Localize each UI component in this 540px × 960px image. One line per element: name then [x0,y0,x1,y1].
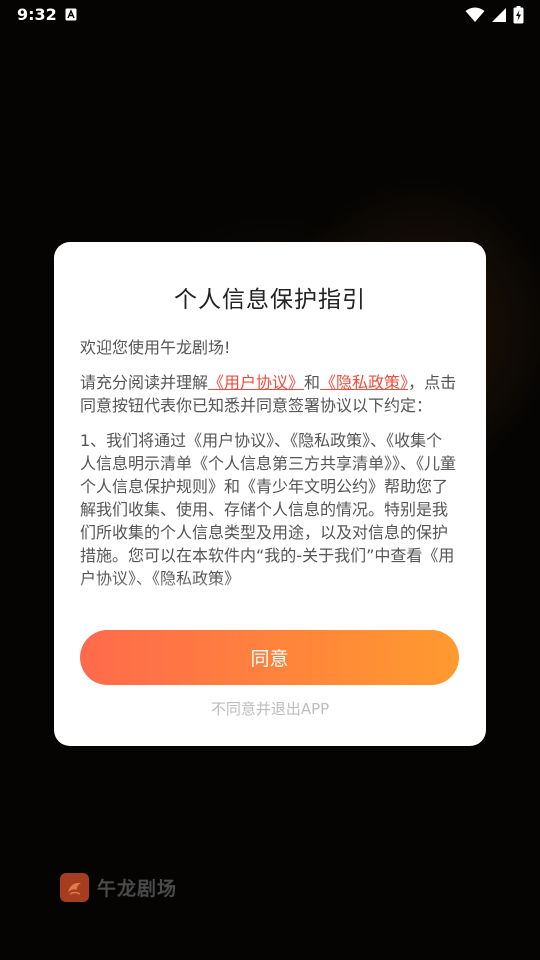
status-bar: 9:32 [0,0,540,32]
agreement-paragraph: 请充分阅读并理解《用户协议》和《隐私政策》，点击同意按钮代表你已知悉并同意签署协… [80,371,458,417]
status-time: 9:32 [17,5,57,24]
status-icons [465,6,524,24]
privacy-dialog: 个人信息保护指引 欢迎您使用午龙剧场! 请充分阅读并理解《用户协议》和《隐私政策… [54,242,486,746]
notification-a-icon [65,8,77,21]
agreement-prefix: 请充分阅读并理解 [80,373,209,392]
welcome-text: 欢迎您使用午龙剧场! [80,338,231,357]
battery-charging-icon [513,6,524,24]
brand-name: 午龙剧场 [97,878,178,900]
agree-button[interactable]: 同意 [80,630,459,685]
brand-watermark: 午龙剧场 [60,873,177,902]
agreement-and: 和 [304,373,321,392]
terms-paragraph: 1、我们将通过《用户协议》、《隐私政策》、《收集个人信息明示清单《个人信息第三方… [80,431,457,588]
wifi-icon [465,7,485,22]
user-agreement-link[interactable]: 《用户协议》 [208,373,304,392]
content-fade [80,578,458,606]
app-screen: 9:32 个人信息保护指引 欢迎您使用午龙剧场! 请充分阅读并理解《用户协议》和… [0,0,540,960]
privacy-policy-link[interactable]: 《隐私政策》 [320,373,408,392]
brand-logo-icon [60,873,89,902]
disagree-exit-link[interactable]: 不同意并退出APP [54,698,486,719]
dialog-content-scroll[interactable]: 欢迎您使用午龙剧场! 请充分阅读并理解《用户协议》和《隐私政策》，点击同意按钮代… [80,336,458,606]
dialog-title: 个人信息保护指引 [174,287,366,313]
signal-icon [492,8,506,22]
